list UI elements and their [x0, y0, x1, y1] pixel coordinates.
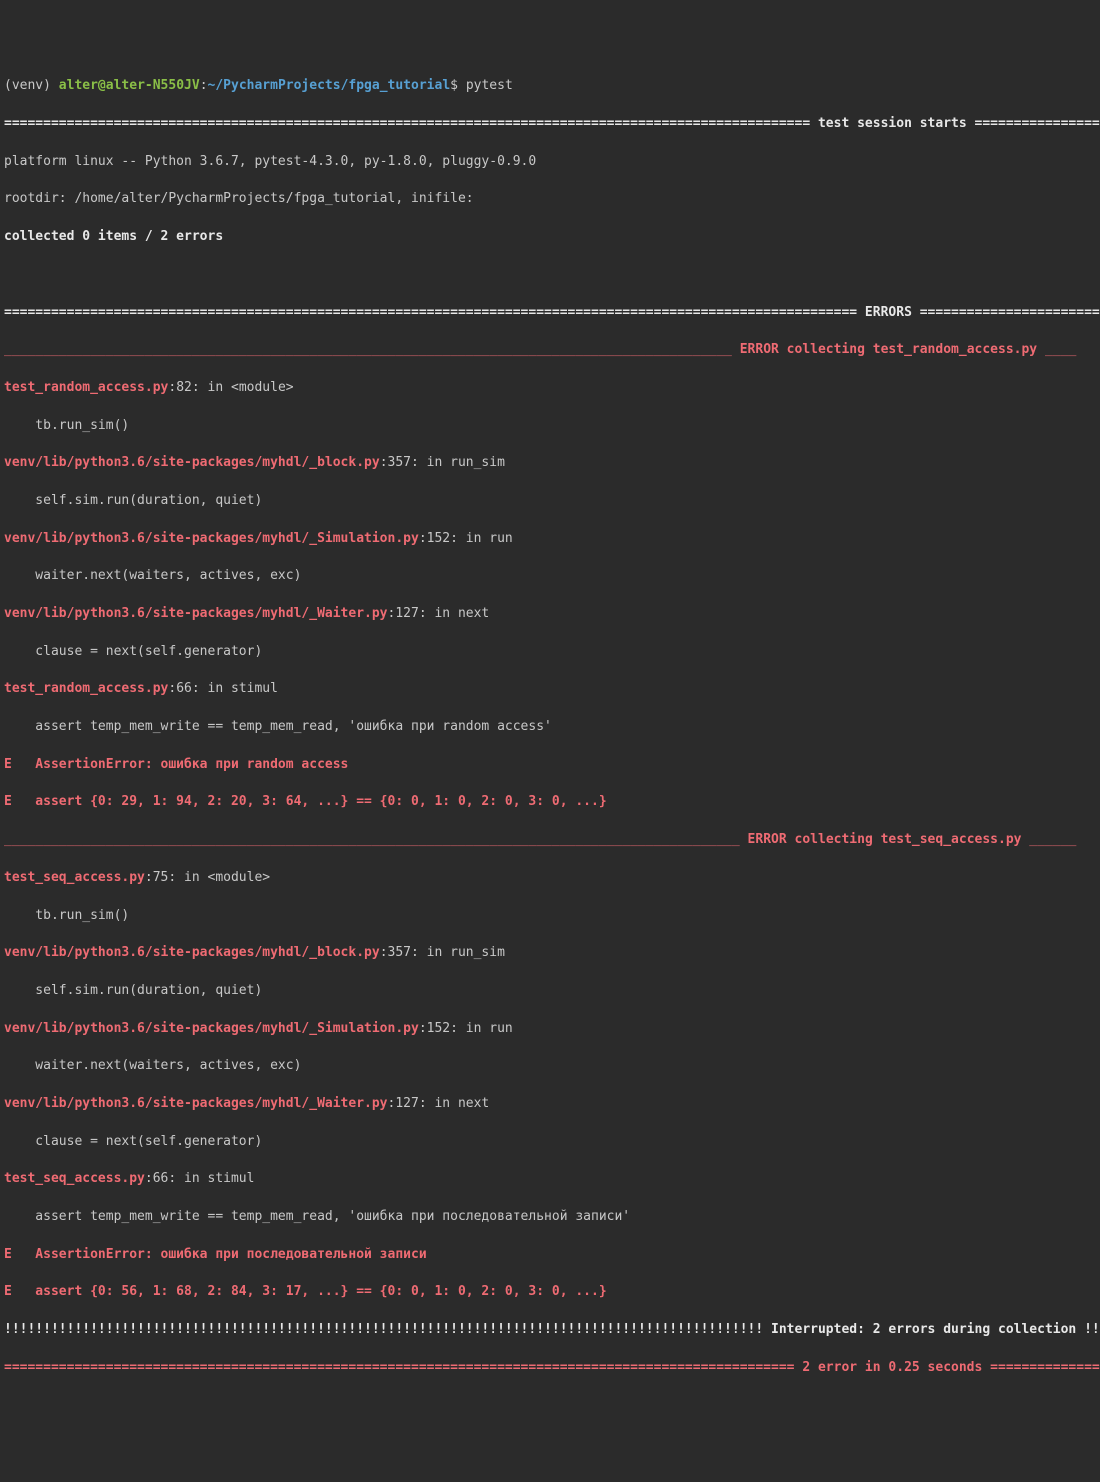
tb-loc: :66: in stimul — [145, 1171, 255, 1186]
summary-line: ========================================… — [4, 1359, 1096, 1378]
cwd: ~/PycharmProjects/fpga_tutorial — [208, 78, 451, 93]
assertion-detail: E assert {0: 29, 1: 94, 2: 20, 3: 64, ..… — [4, 793, 1096, 812]
interrupt-line: !!!!!!!!!!!!!!!!!!!!!!!!!!!!!!!!!!!!!!!!… — [4, 1321, 1096, 1340]
assertion-error: E AssertionError: ошибка при последовате… — [4, 1246, 1096, 1265]
tb-code: self.sim.run(duration, quiet) — [4, 982, 1096, 1001]
tb-code: assert temp_mem_write == temp_mem_read, … — [4, 718, 1096, 737]
error1-hdr: ERROR collecting test_random_access.py — [740, 342, 1037, 357]
tb-loc: :75: in <module> — [145, 870, 270, 885]
error2-hdr-post: ______ — [1021, 832, 1076, 847]
tb-code: clause = next(self.generator) — [4, 643, 1096, 662]
error2-hdr: ERROR collecting test_seq_access.py — [748, 832, 1022, 847]
tb-loc: :66: in stimul — [168, 681, 278, 696]
user-host: alter@alter-N550JV — [59, 78, 200, 93]
tb-loc: :357: in run_sim — [380, 455, 505, 470]
tb-loc: :127: in next — [388, 1096, 490, 1111]
tb-file: venv/lib/python3.6/site-packages/myhdl/_… — [4, 1096, 388, 1111]
tb-file: venv/lib/python3.6/site-packages/myhdl/_… — [4, 1021, 419, 1036]
tb-loc: :357: in run_sim — [380, 945, 505, 960]
error1-hdr-post: ____ — [1037, 342, 1076, 357]
tb-loc: :82: in <module> — [168, 380, 293, 395]
errors-header: ========================================… — [4, 304, 1096, 323]
error1-hdr-pre: ________________________________________… — [4, 342, 740, 357]
tb-loc: :152: in run — [419, 1021, 513, 1036]
tb-file: test_random_access.py — [4, 681, 168, 696]
venv-label: (venv) — [4, 78, 59, 93]
assertion-detail: E assert {0: 56, 1: 68, 2: 84, 3: 17, ..… — [4, 1283, 1096, 1302]
assertion-error: E AssertionError: ошибка при random acce… — [4, 756, 1096, 775]
session-header: ========================================… — [4, 115, 1096, 134]
prompt-dollar: $ — [450, 78, 466, 93]
tb-loc: :127: in next — [388, 606, 490, 621]
tb-loc: :152: in run — [419, 531, 513, 546]
tb-code: tb.run_sim() — [4, 907, 1096, 926]
rootdir-line: rootdir: /home/alter/PycharmProjects/fpg… — [4, 190, 1096, 209]
collected-line: collected 0 items / 2 errors — [4, 228, 1096, 247]
tb-file: test_random_access.py — [4, 380, 168, 395]
tb-code: waiter.next(waiters, actives, exc) — [4, 567, 1096, 586]
error2-hdr-pre: ________________________________________… — [4, 832, 748, 847]
tb-code: waiter.next(waiters, actives, exc) — [4, 1057, 1096, 1076]
tb-file: venv/lib/python3.6/site-packages/myhdl/_… — [4, 455, 380, 470]
tb-code: clause = next(self.generator) — [4, 1133, 1096, 1152]
tb-code: assert temp_mem_write == temp_mem_read, … — [4, 1208, 1096, 1227]
platform-line: platform linux -- Python 3.6.7, pytest-4… — [4, 153, 1096, 172]
tb-file: test_seq_access.py — [4, 870, 145, 885]
tb-file: venv/lib/python3.6/site-packages/myhdl/_… — [4, 945, 380, 960]
tb-code: tb.run_sim() — [4, 417, 1096, 436]
tb-file: venv/lib/python3.6/site-packages/myhdl/_… — [4, 531, 419, 546]
tb-file: test_seq_access.py — [4, 1171, 145, 1186]
terminal-output[interactable]: (venv) alter@alter-N550JV:~/PycharmProje… — [4, 77, 1096, 1396]
tb-code: self.sim.run(duration, quiet) — [4, 492, 1096, 511]
colon: : — [200, 78, 208, 93]
tb-file: venv/lib/python3.6/site-packages/myhdl/_… — [4, 606, 388, 621]
command: pytest — [466, 78, 513, 93]
